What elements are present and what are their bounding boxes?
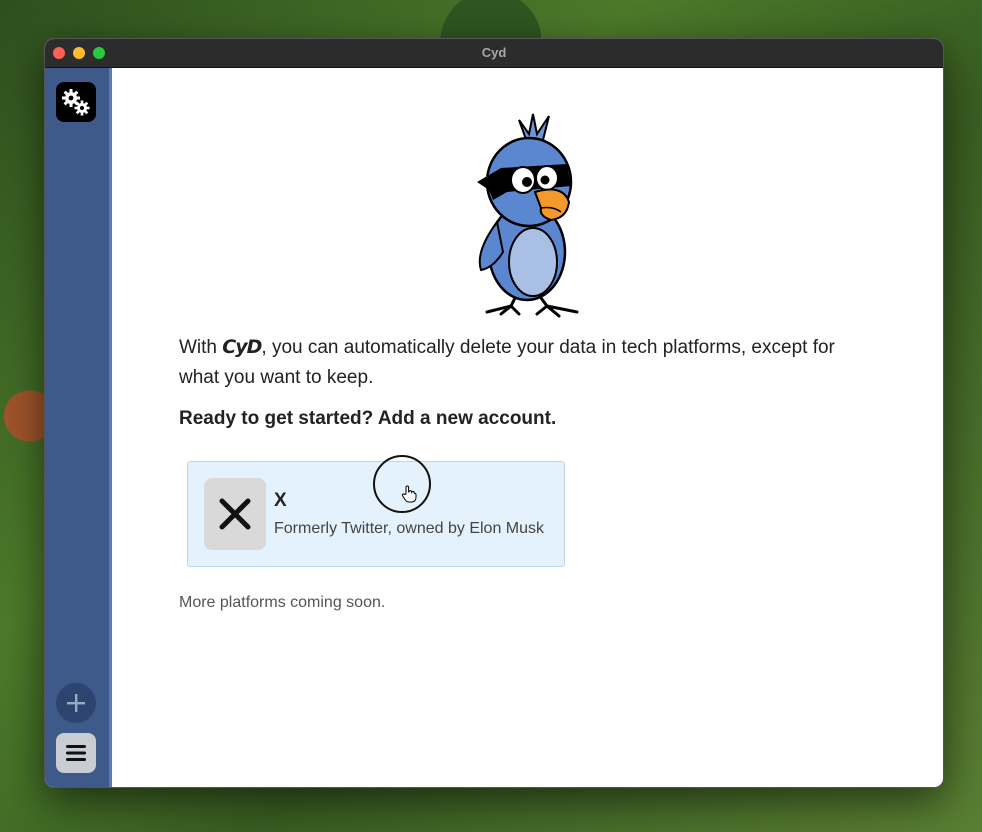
hamburger-icon xyxy=(66,745,86,761)
more-platforms-text: More platforms coming soon. xyxy=(179,594,386,611)
plus-icon xyxy=(67,694,85,712)
menu-button[interactable] xyxy=(56,733,96,773)
sidebar xyxy=(45,68,112,787)
intro-prefix: With xyxy=(179,337,223,358)
title-bar: Cyd xyxy=(45,39,943,68)
intro-suffix: , you can automatically delete your data… xyxy=(179,337,835,388)
hand-pointer-icon xyxy=(401,485,417,503)
x-logo-icon xyxy=(204,478,266,550)
cyd-bird-mascot xyxy=(477,113,579,318)
add-account-button[interactable] xyxy=(56,683,96,723)
intro-text: With CyD, you can automatically delete y… xyxy=(179,332,859,393)
platform-name: X xyxy=(274,490,287,511)
ready-heading: Ready to get started? Add a new account. xyxy=(179,408,557,429)
cyd-logo-text: CyD xyxy=(222,336,262,358)
settings-button[interactable] xyxy=(56,82,96,122)
app-window: Cyd With CyD, you can automatically dele… xyxy=(44,38,944,788)
platform-description: Formerly Twitter, owned by Elon Musk xyxy=(274,520,545,537)
main-content: With CyD, you can automatically delete y… xyxy=(112,68,943,787)
x-mark-icon xyxy=(219,498,251,530)
gears-icon xyxy=(62,89,90,116)
window-title: Cyd xyxy=(481,45,507,60)
click-indicator xyxy=(373,455,431,513)
